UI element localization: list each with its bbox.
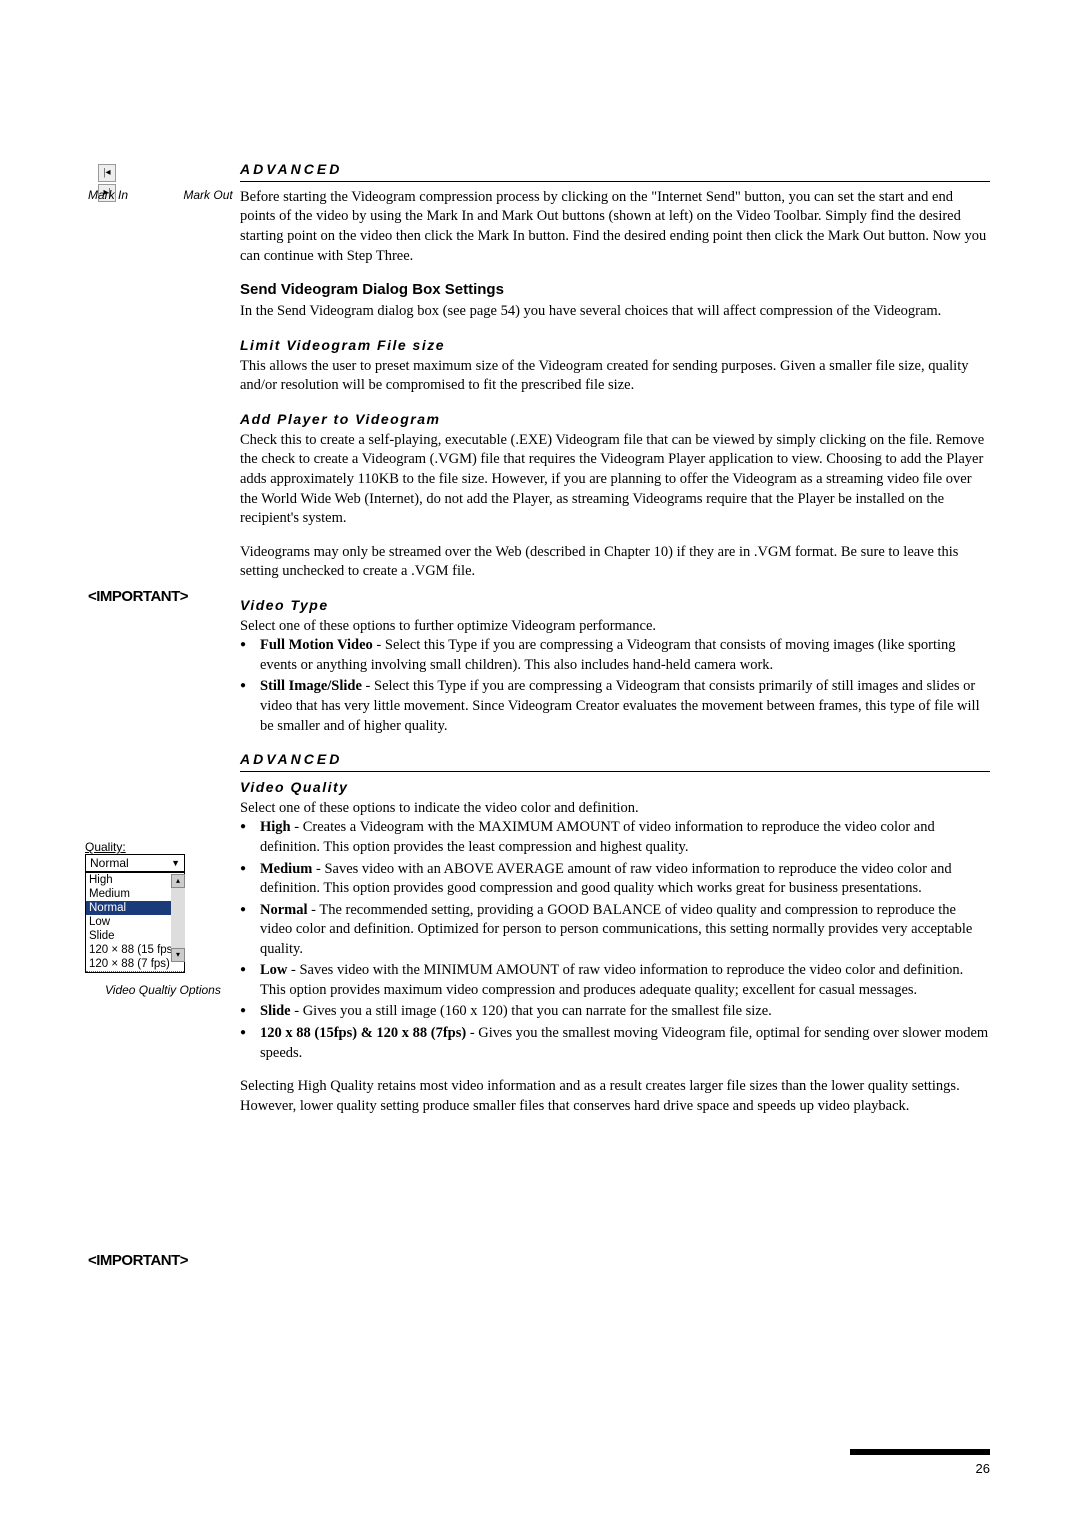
quality-selected-value: Normal — [90, 856, 129, 870]
quality-caption: Video Qualtiy Options — [105, 983, 230, 997]
advanced-para-1: Before starting the Videogram compressio… — [240, 188, 990, 266]
video-quality-list: High - Creates a Videogram with the MAXI… — [240, 818, 990, 1063]
send-dialog-para: In the Send Videogram dialog box (see pa… — [240, 302, 990, 322]
page-number: 26 — [90, 1461, 990, 1476]
send-dialog-heading: Send Videogram Dialog Box Settings — [240, 280, 990, 300]
mark-out-label: Mark Out — [183, 188, 232, 202]
important-note-2: Selecting High Quality retains most vide… — [240, 1077, 990, 1116]
list-item: Low - Saves video with the MINIMUM AMOUN… — [240, 961, 990, 1000]
quality-option[interactable]: High — [86, 873, 184, 887]
list-item: Full Motion Video - Select this Type if … — [240, 636, 990, 675]
video-type-intro: Select one of these options to further o… — [240, 617, 990, 637]
advanced-heading-2: ADVANCED — [240, 750, 990, 769]
advanced-heading-1: ADVANCED — [240, 160, 990, 179]
quality-label: Quality: — [85, 840, 126, 854]
important-tag-2: <IMPORTANT> — [88, 1252, 188, 1269]
footer-bar — [850, 1449, 990, 1455]
add-player-para: Check this to create a self-playing, exe… — [240, 431, 990, 529]
video-quality-heading: Video Quality — [240, 778, 990, 797]
limit-size-heading: Limit Videogram File size — [240, 336, 990, 355]
page-footer: 26 — [90, 1449, 990, 1476]
quality-select[interactable]: Normal ▼ — [86, 855, 184, 872]
list-item: Normal - The recommended setting, provid… — [240, 901, 990, 960]
quality-option[interactable]: Low — [86, 915, 184, 929]
scroll-up-icon[interactable]: ▴ — [171, 874, 185, 888]
list-item: 120 x 88 (15fps) & 120 x 88 (7fps) - Giv… — [240, 1024, 990, 1063]
list-item: Still Image/Slide - Select this Type if … — [240, 677, 990, 736]
important-note-1: Videograms may only be streamed over the… — [240, 543, 990, 582]
chevron-down-icon: ▼ — [171, 858, 180, 868]
mark-in-label: Mark In — [88, 188, 128, 202]
limit-size-para: This allows the user to preset maximum s… — [240, 357, 990, 396]
quality-option[interactable]: Slide — [86, 929, 184, 943]
quality-widget: Quality: Normal ▼ High Medium Normal Low… — [85, 840, 230, 997]
important-tag-1: <IMPORTANT> — [88, 588, 188, 605]
mark-labels: Mark In Mark Out — [88, 188, 238, 202]
quality-option[interactable]: 120 × 88 (7 fps) — [86, 957, 184, 972]
scroll-down-icon[interactable]: ▾ — [171, 948, 185, 962]
mark-in-icon[interactable]: |◂ — [98, 164, 116, 182]
add-player-heading: Add Player to Videogram — [240, 410, 990, 429]
divider — [240, 771, 990, 772]
list-item: Slide - Gives you a still image (160 x 1… — [240, 1002, 990, 1022]
quality-option-list[interactable]: High Medium Normal Low Slide 120 × 88 (1… — [86, 872, 184, 972]
video-type-heading: Video Type — [240, 596, 990, 615]
divider — [240, 181, 990, 182]
quality-option[interactable]: Medium — [86, 887, 184, 901]
video-type-list: Full Motion Video - Select this Type if … — [240, 636, 990, 736]
list-item: High - Creates a Videogram with the MAXI… — [240, 818, 990, 857]
quality-option[interactable]: Normal — [86, 901, 184, 915]
video-quality-intro: Select one of these options to indicate … — [240, 799, 990, 819]
list-item: Medium - Saves video with an ABOVE AVERA… — [240, 860, 990, 899]
quality-option[interactable]: 120 × 88 (15 fps) — [86, 943, 184, 957]
